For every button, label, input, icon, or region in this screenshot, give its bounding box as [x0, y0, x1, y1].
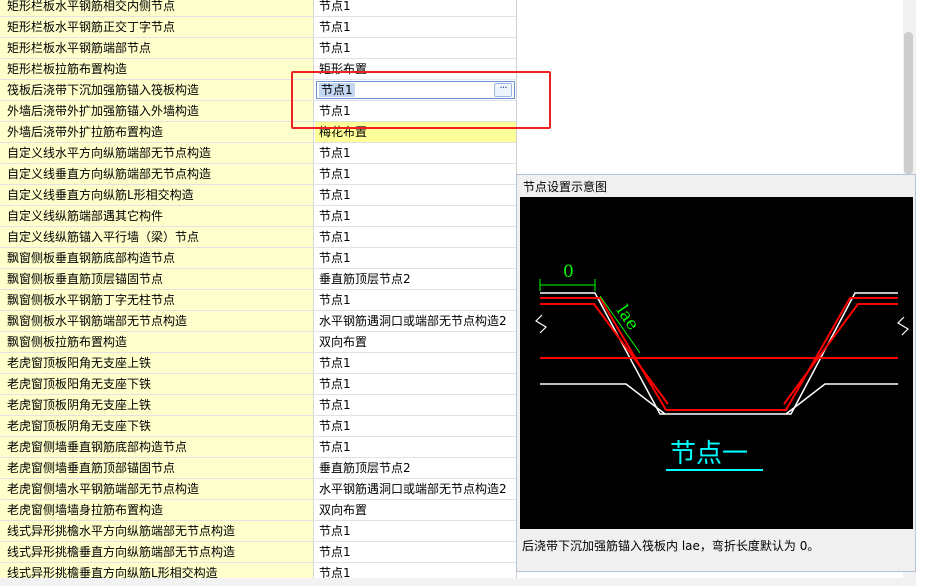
setting-name-cell: 自定义线垂直方向纵筋端部无节点构造 [0, 164, 314, 184]
preview-panel-title: 节点设置示意图 [523, 180, 608, 194]
table-row[interactable]: 线式异形挑檐垂直方向纵筋端部无节点构造 节点1 [0, 542, 516, 563]
horizontal-scrollbar[interactable] [0, 578, 916, 586]
table-row[interactable]: 矩形栏板水平钢筋正交丁字节点 节点1 [0, 17, 516, 38]
table-row[interactable]: 老虎窗侧墙垂直钢筋底部构造节点 节点1 [0, 437, 516, 458]
setting-name-cell: 飘窗侧板水平钢筋端部无节点构造 [0, 311, 314, 331]
table-row[interactable]: 飘窗侧板垂直钢筋底部构造节点 节点1 [0, 248, 516, 269]
break-mark-right [897, 316, 909, 336]
setting-value-cell[interactable]: 节点1 [315, 395, 516, 415]
setting-name-cell: 矩形栏板水平钢筋相交内侧节点 [0, 0, 314, 16]
table-row[interactable]: 矩形栏板水平钢筋相交内侧节点 节点1 [0, 0, 516, 17]
table-row[interactable]: 老虎窗顶板阴角无支座上铁 节点1 [0, 395, 516, 416]
table-row[interactable]: 飘窗侧板水平钢筋端部无节点构造 水平钢筋遇洞口或端部无节点构造2 [0, 311, 516, 332]
node-preview-panel: 节点设置示意图 0 lae 节点一 后浇带下沉加强筋锚入筏板内 lae，弯折长度… [516, 174, 916, 572]
setting-value-cell[interactable]: 节点1 [315, 416, 516, 436]
setting-value-cell[interactable]: 节点1 [315, 437, 516, 457]
setting-name-cell: 自定义线纵筋端部遇其它构件 [0, 206, 314, 226]
setting-value-cell[interactable]: 节点1 [315, 290, 516, 310]
table-row[interactable]: 自定义线水平方向纵筋端部无节点构造 节点1 [0, 143, 516, 164]
setting-name-cell: 矩形栏板拉筋布置构造 [0, 59, 314, 79]
setting-name-cell: 自定义线垂直方向纵筋L形相交构造 [0, 185, 314, 205]
table-row[interactable]: 飘窗侧板水平钢筋丁字无柱节点 节点1 [0, 290, 516, 311]
table-row[interactable]: 自定义线垂直方向纵筋L形相交构造 节点1 [0, 185, 516, 206]
table-row[interactable]: 老虎窗侧墙垂直筋顶部锚固节点 垂直筋顶层节点2 [0, 458, 516, 479]
setting-name-cell: 飘窗侧板垂直筋顶层锚固节点 [0, 269, 314, 289]
table-row[interactable]: 老虎窗侧墙墙身拉筋布置构造 双向布置 [0, 500, 516, 521]
setting-name-cell: 线式异形挑檐水平方向纵筋端部无节点构造 [0, 521, 314, 541]
preview-caption: 后浇带下沉加强筋锚入筏板内 lae，弯折长度默认为 0。 [522, 539, 820, 553]
table-row[interactable]: 自定义线纵筋端部遇其它构件 节点1 [0, 206, 516, 227]
setting-name-cell: 飘窗侧板垂直钢筋底部构造节点 [0, 248, 314, 268]
node-diagram: 0 lae 节点一 [535, 262, 909, 471]
setting-value-cell[interactable]: 水平钢筋遇洞口或端部无节点构造2 [315, 311, 516, 331]
setting-name-cell: 老虎窗顶板阳角无支座上铁 [0, 353, 314, 373]
setting-name-cell: 老虎窗顶板阴角无支座下铁 [0, 416, 314, 436]
setting-name-cell: 线式异形挑檐垂直方向纵筋端部无节点构造 [0, 542, 314, 562]
setting-value-cell[interactable]: 节点1 [315, 38, 516, 58]
setting-value-cell[interactable]: 节点1 [315, 143, 516, 163]
setting-value-cell[interactable]: 节点1 [315, 353, 516, 373]
setting-value-cell[interactable]: 节点1 [315, 521, 516, 541]
setting-name-cell: 矩形栏板水平钢筋端部节点 [0, 38, 314, 58]
node-label: 节点一 [670, 439, 748, 469]
table-row[interactable]: 矩形栏板水平钢筋端部节点 节点1 [0, 38, 516, 59]
setting-value-cell[interactable]: 节点1 [315, 227, 516, 247]
table-row[interactable]: 老虎窗侧墙水平钢筋端部无节点构造 水平钢筋遇洞口或端部无节点构造2 [0, 479, 516, 500]
setting-name-cell: 老虎窗侧墙水平钢筋端部无节点构造 [0, 479, 314, 499]
table-row[interactable]: 自定义线纵筋锚入平行墙（梁）节点 节点1 [0, 227, 516, 248]
setting-value-cell[interactable]: 节点1 [315, 164, 516, 184]
setting-name-cell: 自定义线纵筋锚入平行墙（梁）节点 [0, 227, 314, 247]
setting-name-cell: 老虎窗侧墙垂直筋顶部锚固节点 [0, 458, 314, 478]
setting-value-cell[interactable]: 垂直筋顶层节点2 [315, 458, 516, 478]
setting-value-cell[interactable]: 双向布置 [315, 332, 516, 352]
setting-name-cell: 老虎窗侧墙墙身拉筋布置构造 [0, 500, 314, 520]
red-highlight-annotation [291, 71, 551, 129]
setting-value-cell[interactable]: 节点1 [315, 248, 516, 268]
rebar-sunk-left [540, 303, 669, 405]
break-mark-left [535, 314, 547, 334]
table-row[interactable]: 老虎窗顶板阴角无支座下铁 节点1 [0, 416, 516, 437]
setting-value-cell[interactable]: 节点1 [315, 17, 516, 37]
setting-name-cell: 飘窗侧板拉筋布置构造 [0, 332, 314, 352]
table-row[interactable]: 老虎窗顶板阳角无支座下铁 节点1 [0, 374, 516, 395]
setting-value-cell[interactable]: 节点1 [315, 542, 516, 562]
setting-name-cell: 老虎窗侧墙垂直钢筋底部构造节点 [0, 437, 314, 457]
setting-name-cell: 筏板后浇带下沉加强筋锚入筏板构造 [0, 80, 314, 100]
setting-value-cell[interactable]: 水平钢筋遇洞口或端部无节点构造2 [315, 479, 516, 499]
table-row[interactable]: 飘窗侧板垂直筋顶层锚固节点 垂直筋顶层节点2 [0, 269, 516, 290]
setting-value-cell[interactable]: 节点1 [315, 185, 516, 205]
setting-value-cell[interactable]: 节点1 [315, 374, 516, 394]
table-row[interactable]: 飘窗侧板拉筋布置构造 双向布置 [0, 332, 516, 353]
vertical-scrollbar-thumb[interactable] [904, 32, 913, 174]
setting-name-cell: 矩形栏板水平钢筋正交丁字节点 [0, 17, 314, 37]
slab-outline-top [540, 292, 898, 415]
setting-name-cell: 飘窗侧板水平钢筋丁字无柱节点 [0, 290, 314, 310]
setting-name-cell: 老虎窗顶板阴角无支座上铁 [0, 395, 314, 415]
setting-value-cell[interactable]: 节点1 [315, 206, 516, 226]
setting-name-cell: 自定义线水平方向纵筋端部无节点构造 [0, 143, 314, 163]
table-row[interactable]: 老虎窗顶板阳角无支座上铁 节点1 [0, 353, 516, 374]
node-diagram-canvas: 0 lae 节点一 [520, 197, 913, 529]
setting-value-cell[interactable]: 双向布置 [315, 500, 516, 520]
setting-value-cell[interactable]: 节点1 [315, 0, 516, 16]
setting-name-cell: 外墙后浇带外扩加强筋锚入外墙构造 [0, 101, 314, 121]
slab-outline-bottom-right [785, 383, 898, 415]
table-row[interactable]: 自定义线垂直方向纵筋端部无节点构造 节点1 [0, 164, 516, 185]
dimension-label-zero: 0 [563, 262, 574, 282]
table-row[interactable]: 线式异形挑檐水平方向纵筋端部无节点构造 节点1 [0, 521, 516, 542]
setting-value-cell[interactable]: 垂直筋顶层节点2 [315, 269, 516, 289]
setting-name-cell: 老虎窗顶板阳角无支座下铁 [0, 374, 314, 394]
dimension-label-lae: lae [612, 302, 643, 334]
setting-name-cell: 外墙后浇带外扩拉筋布置构造 [0, 122, 314, 142]
